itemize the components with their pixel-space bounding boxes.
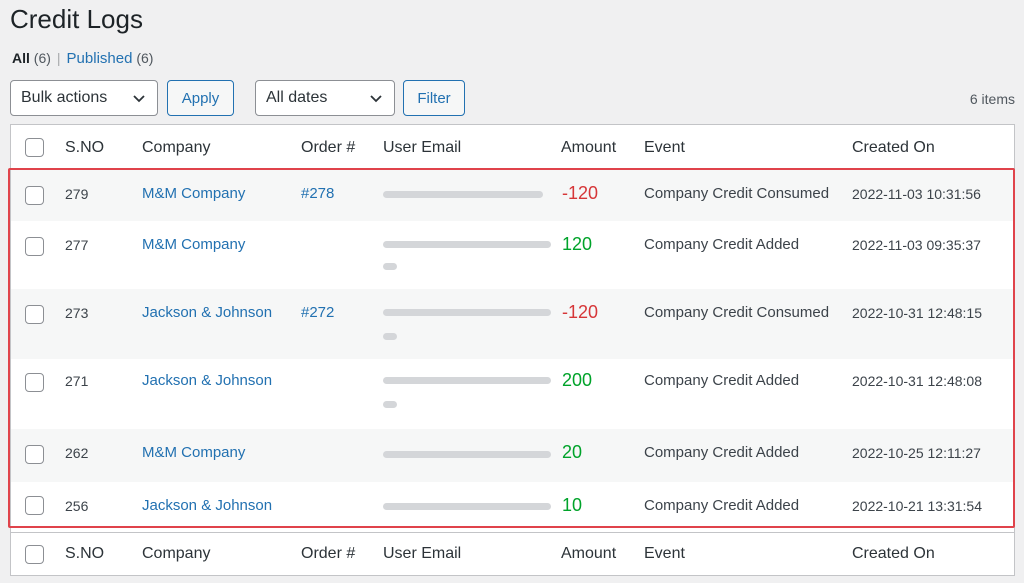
page-title: Credit Logs [10,4,143,34]
items-count: 6 items [969,91,1015,107]
table-header-row: S.NO Company Order # User Email Amount E… [11,125,1014,169]
filter-button[interactable]: Filter [403,80,465,116]
row-checkbox[interactable] [25,186,44,205]
created-on-cell: 2022-10-21 13:31:54 [852,498,982,514]
column-footer-created-on[interactable]: Created On [852,545,935,563]
row-checkbox[interactable] [25,305,44,324]
dates-select[interactable]: All dates [255,80,395,116]
filter-separator: | [56,50,61,66]
amount-cell: -120 [562,183,599,203]
created-on-cell: 2022-11-03 09:35:37 [852,237,981,253]
created-on-cell: 2022-11-03 10:31:56 [852,186,981,202]
column-footer-event[interactable]: Event [644,545,685,563]
column-footer-sno[interactable]: S.NO [65,545,104,563]
amount-cell: 10 [562,495,583,515]
redacted-email-wrap [383,263,397,270]
amount-cell: 200 [562,370,593,390]
column-header-sno[interactable]: S.NO [65,139,104,157]
amount-cell: 20 [562,442,583,462]
chevron-down-icon [370,95,382,103]
company-link[interactable]: Jackson & Johnson [142,497,272,514]
redacted-email [383,377,551,384]
column-header-order[interactable]: Order # [301,139,355,157]
redacted-email [383,309,551,316]
amount-cell: 120 [562,234,593,254]
column-header-created-on[interactable]: Created On [852,139,935,157]
select-all-checkbox[interactable] [25,138,44,157]
redacted-email-wrap [383,333,397,340]
apply-button[interactable]: Apply [167,80,234,116]
select-all-checkbox-footer[interactable] [25,545,44,564]
redacted-email [383,503,551,510]
company-link[interactable]: Jackson & Johnson [142,304,272,321]
sno-cell: 279 [65,186,89,202]
table-row: 277 M&M Company 120 Company Credit Added… [11,221,1014,289]
created-on-cell: 2022-10-31 12:48:15 [852,305,982,321]
sno-cell: 271 [65,373,89,389]
credit-logs-table: S.NO Company Order # User Email Amount E… [10,124,1015,576]
sno-cell: 256 [65,498,89,514]
row-checkbox[interactable] [25,373,44,392]
event-cell: Company Credit Added [644,444,800,461]
sno-cell: 273 [65,305,89,321]
amount-cell: -120 [562,302,599,322]
chevron-down-icon [133,95,145,103]
table-footer-row: S.NO Company Order # User Email Amount E… [11,532,1014,575]
row-checkbox[interactable] [25,496,44,515]
filter-published-link[interactable]: Published (6) [67,50,154,67]
created-on-cell: 2022-10-31 12:48:08 [852,373,982,389]
table-row: 273 Jackson & Johnson #272 -120 Company … [11,289,1014,359]
event-cell: Company Credit Consumed [644,185,830,202]
event-cell: Company Credit Added [644,497,800,514]
order-link[interactable]: #278 [301,185,334,202]
redacted-email [383,241,551,248]
company-link[interactable]: Jackson & Johnson [142,372,272,389]
created-on-cell: 2022-10-25 12:11:27 [852,445,981,461]
event-cell: Company Credit Consumed [644,304,830,321]
table-toolbar: Bulk actions Apply All dates Filter 6 it… [10,80,1015,116]
table-row: 262 M&M Company 20 Company Credit Added … [11,429,1014,482]
order-link[interactable]: #272 [301,304,334,321]
column-header-event[interactable]: Event [644,139,685,157]
column-footer-order[interactable]: Order # [301,545,355,563]
sno-cell: 262 [65,445,89,461]
redacted-email [383,191,543,198]
company-link[interactable]: M&M Company [142,236,245,253]
bulk-actions-select[interactable]: Bulk actions [10,80,158,116]
sno-cell: 277 [65,237,89,253]
column-header-user-email[interactable]: User Email [383,139,461,157]
filter-all-link[interactable]: All (6) [12,50,51,66]
row-checkbox[interactable] [25,445,44,464]
column-footer-company[interactable]: Company [142,545,210,563]
redacted-email [383,451,551,458]
column-footer-user-email[interactable]: User Email [383,545,461,563]
event-cell: Company Credit Added [644,372,800,389]
company-link[interactable]: M&M Company [142,444,245,461]
status-filter-links: All (6) | Published (6) [12,50,153,67]
redacted-email-wrap [383,401,397,408]
column-header-amount[interactable]: Amount [561,139,616,157]
company-link[interactable]: M&M Company [142,185,245,202]
table-row: 279 M&M Company #278 -120 Company Credit… [11,170,1014,221]
table-row: 256 Jackson & Johnson 10 Company Credit … [11,482,1014,532]
column-header-company[interactable]: Company [142,139,210,157]
row-checkbox[interactable] [25,237,44,256]
column-footer-amount[interactable]: Amount [561,545,616,563]
table-row: 271 Jackson & Johnson 200 Company Credit… [11,359,1014,429]
event-cell: Company Credit Added [644,236,800,253]
